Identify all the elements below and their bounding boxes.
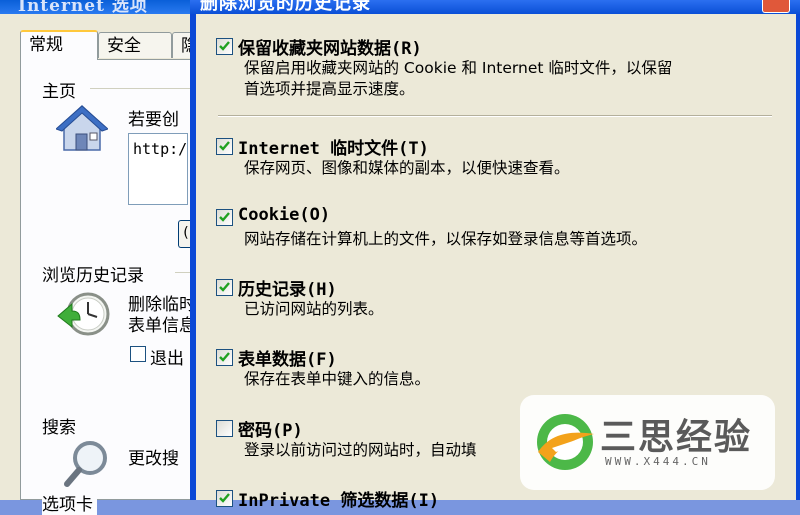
homepage-url-field[interactable]: http:/ — [128, 133, 188, 205]
history-clock-icon — [56, 290, 112, 344]
preserve-favorites-checkbox[interactable] — [216, 38, 233, 55]
internet-options-window: Internet 选项 常规 安全 隐 主页 若要创 http:/ ( 浏览历史… — [0, 0, 202, 515]
passwords-label: 密码(P) — [238, 421, 303, 441]
tab-general[interactable]: 常规 — [20, 30, 98, 60]
checkmark-icon — [219, 141, 230, 151]
preserve-favorites-desc-1: 保留启用收藏夹网站的 Cookie 和 Internet 临时文件，以保留 — [244, 59, 673, 77]
dialog-title-bar[interactable]: 删除浏览的历史记录 — [190, 0, 800, 14]
checkmark-icon — [219, 493, 230, 503]
group-divider — [90, 88, 196, 89]
passwords-desc: 登录以前访问过的网站时，自动填 — [244, 441, 477, 459]
delete-on-exit-label: 退出 — [150, 349, 184, 369]
history-checkbox[interactable] — [216, 279, 233, 296]
history-label: 历史记录(H) — [238, 280, 337, 300]
window-title: Internet 选项 — [18, 0, 148, 14]
preserve-favorites-label: 保留收藏夹网站数据(R) — [238, 39, 422, 59]
form-data-desc: 保存在表单中键入的信息。 — [244, 370, 431, 388]
preserve-favorites-desc-2: 首选项并提高显示速度。 — [244, 80, 415, 98]
home-group-label: 主页 — [42, 77, 80, 102]
inprivate-filter-label: InPrivate 筛选数据(I) — [238, 491, 440, 511]
checkmark-icon — [219, 282, 230, 292]
temp-files-label: Internet 临时文件(T) — [238, 139, 429, 159]
history-desc: 已访问网站的列表。 — [244, 300, 384, 318]
passwords-checkbox[interactable] — [216, 420, 233, 437]
checkmark-icon — [219, 41, 230, 51]
temp-files-checkbox[interactable] — [216, 138, 233, 155]
separator — [218, 115, 772, 117]
cookies-desc: 网站存储在计算机上的文件，以保存如登录信息等首选项。 — [244, 230, 648, 248]
delete-on-exit-checkbox[interactable] — [130, 346, 146, 362]
cookies-label: Cookie(O) — [238, 205, 331, 225]
search-description: 更改搜 — [128, 449, 179, 469]
history-description-line2: 表单信息 — [128, 316, 196, 336]
form-data-label: 表单数据(F) — [238, 350, 337, 370]
checkmark-icon — [219, 212, 230, 222]
form-data-checkbox[interactable] — [216, 349, 233, 366]
watermark-logo-icon — [530, 404, 600, 480]
temp-files-desc: 保存网页、图像和媒体的副本，以便快速查看。 — [244, 159, 570, 177]
search-group-label: 搜索 — [42, 413, 80, 438]
history-group-label: 浏览历史记录 — [42, 261, 148, 286]
home-description: 若要创 — [128, 110, 179, 130]
search-magnifier-icon — [62, 438, 112, 494]
internet-options-title-bar[interactable]: Internet 选项 — [0, 0, 196, 14]
watermark-brand: 三思经验 — [600, 417, 753, 458]
checkmark-icon — [219, 352, 230, 362]
cookies-checkbox[interactable] — [216, 209, 233, 226]
inprivate-filter-checkbox[interactable] — [216, 490, 233, 507]
tabs-group-label: 选项卡 — [42, 490, 97, 515]
close-button[interactable] — [762, 0, 790, 13]
tab-security[interactable]: 安全 — [98, 32, 172, 58]
home-icon — [55, 104, 109, 156]
dialog-title: 删除浏览的历史记录 — [200, 0, 371, 14]
watermark-url: WWW.X444.CN — [605, 455, 711, 468]
